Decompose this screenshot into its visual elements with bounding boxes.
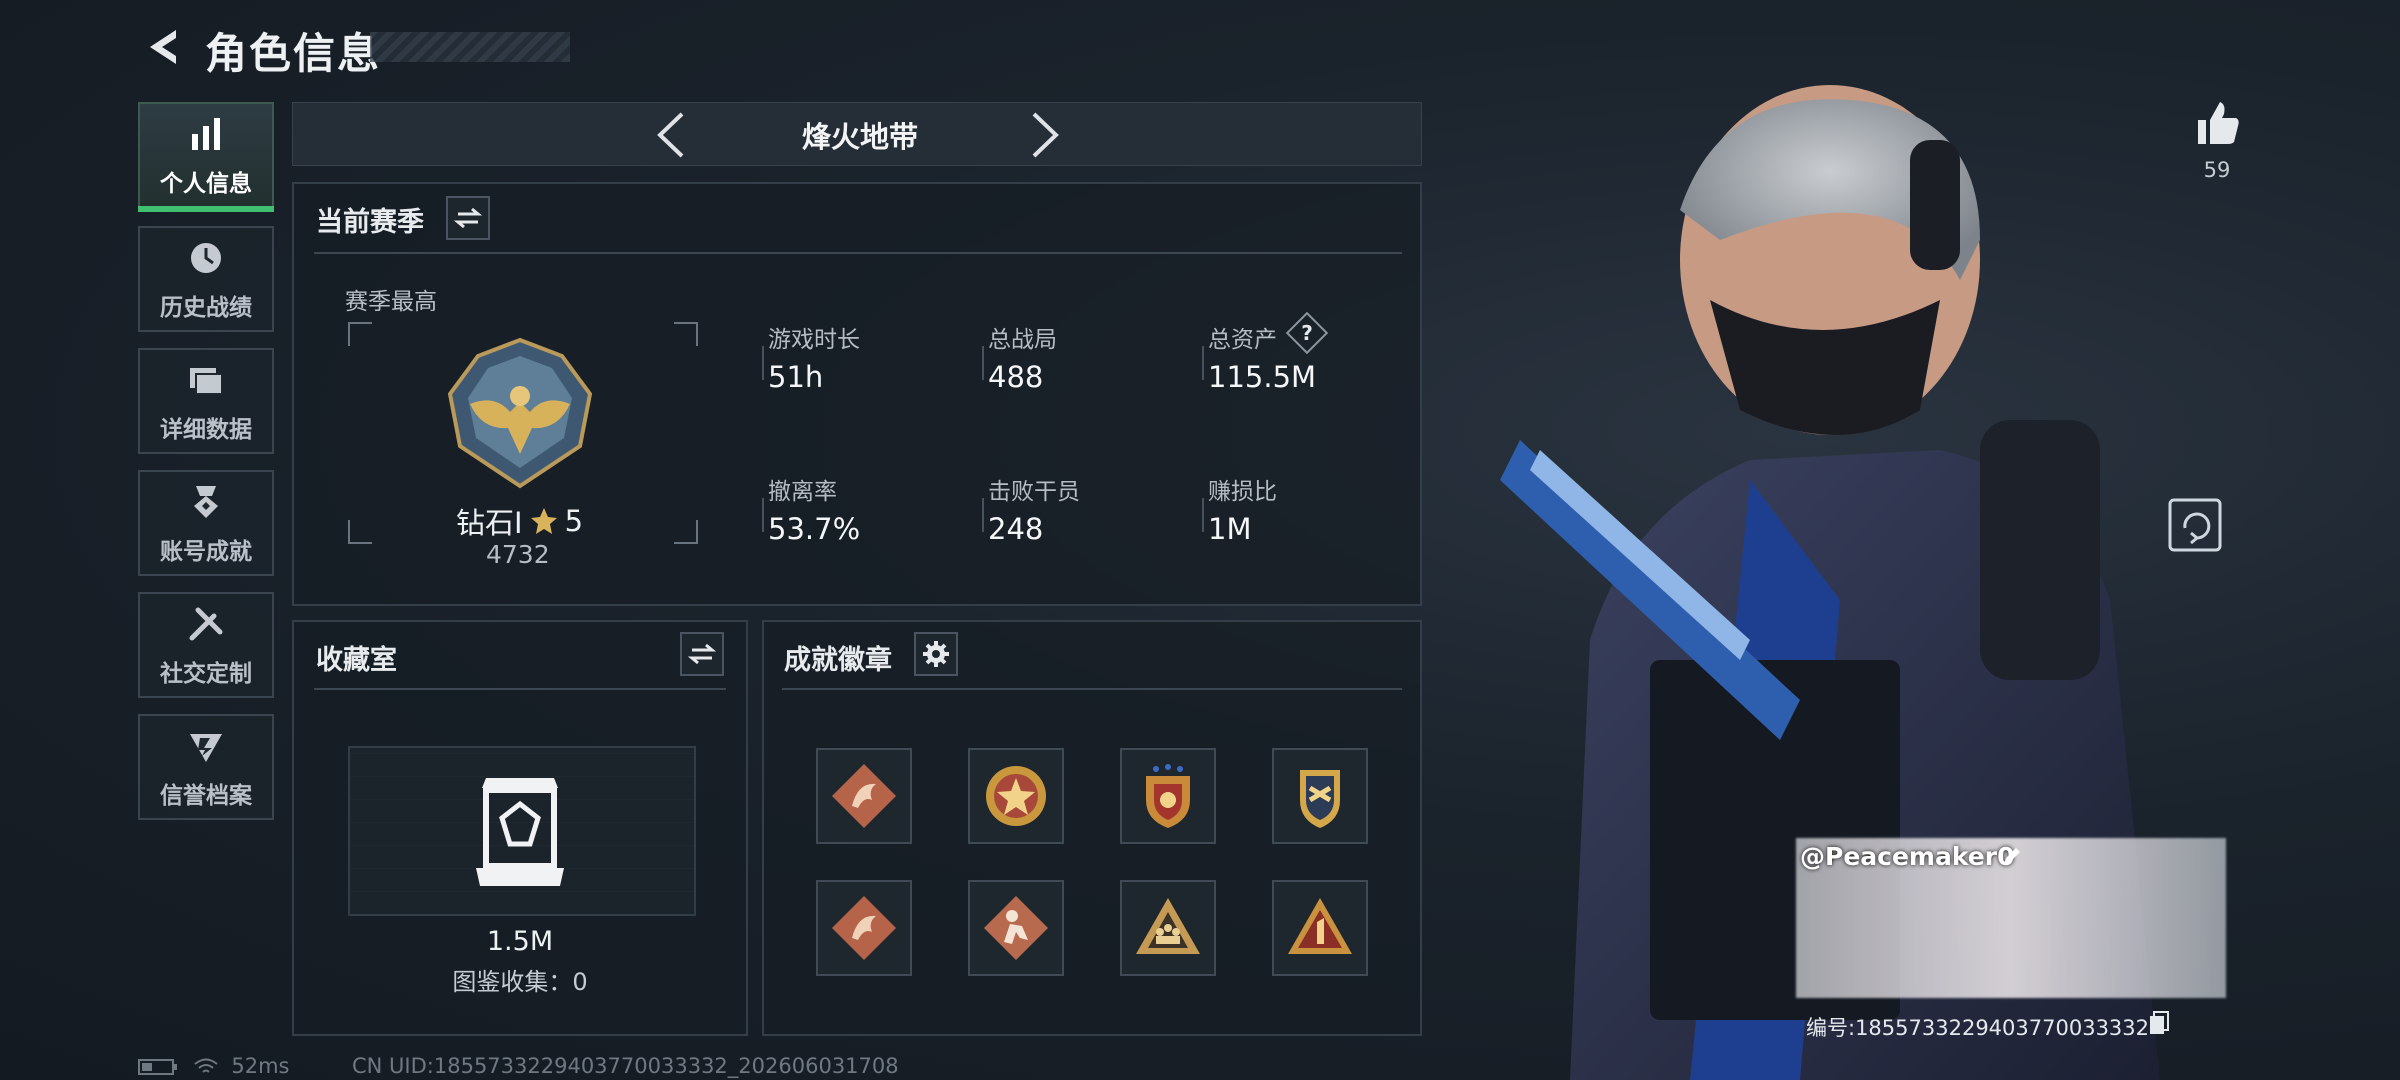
medal-icon <box>194 486 218 518</box>
shield-icon <box>190 734 222 762</box>
stat-label: 击败干员 <box>988 479 1080 505</box>
copy-icon[interactable] <box>2148 1010 2170 1036</box>
badges-settings-button[interactable] <box>914 632 958 676</box>
star-emblem-badge-icon <box>986 766 1046 826</box>
stat-value: 1M <box>1208 512 1252 546</box>
chevron-right-icon[interactable] <box>1024 110 1064 160</box>
wifi-icon <box>194 1058 218 1073</box>
achievement-badge[interactable] <box>816 880 912 976</box>
mode-name: 烽火地带 <box>801 120 918 154</box>
stat-marker <box>982 498 984 532</box>
stat-marker <box>982 346 984 380</box>
stat-label: 游戏时长 <box>768 327 860 353</box>
frame-corner <box>674 520 698 544</box>
sidebar-item-label: 个人信息 <box>160 171 252 197</box>
edit-pencil-icon[interactable] <box>2000 844 2024 868</box>
rank-stars: 5 <box>564 504 584 538</box>
stat-label: 撤离率 <box>768 479 837 505</box>
collection-switch-button[interactable] <box>680 632 724 676</box>
winged-emblem-badge-icon <box>1300 770 1340 828</box>
operator-badge-icon <box>984 896 1048 960</box>
divider <box>314 252 1402 254</box>
sidebar-item-label: 账号成就 <box>160 539 252 565</box>
frame-corner <box>674 322 698 346</box>
sidebar-item-detailed-data[interactable]: 详细数据 <box>138 348 274 454</box>
like-count: 59 <box>2203 158 2231 182</box>
swap-icon <box>688 643 716 665</box>
stat-value: 53.7% <box>768 512 861 546</box>
sidebar-item-label: 历史战绩 <box>160 295 252 321</box>
collection-title: 收藏室 <box>316 645 397 676</box>
thumbs-up-icon[interactable] <box>2192 98 2242 148</box>
star-icon <box>530 508 557 534</box>
rank-name: 钻石Ⅰ <box>456 506 523 540</box>
back-arrow-icon[interactable] <box>138 22 188 72</box>
achievement-badge[interactable] <box>1272 880 1368 976</box>
player-name: @Peacemaker0 <box>1800 842 2015 871</box>
battery-icon <box>138 1059 177 1075</box>
diamond-rank-emblem-icon <box>447 337 593 489</box>
dragon-badge-icon <box>832 764 896 828</box>
sidebar-item-label: 社交定制 <box>160 661 252 687</box>
season-best-label: 赛季最高 <box>345 289 437 315</box>
sidebar-item-achievements[interactable]: 账号成就 <box>138 470 274 576</box>
achievement-badge[interactable] <box>968 880 1064 976</box>
sidebar-item-history[interactable]: 历史战绩 <box>138 226 274 332</box>
badges-title: 成就徽章 <box>784 645 892 676</box>
clock-icon <box>191 243 221 273</box>
dragon-badge-icon <box>832 896 896 960</box>
bar-chart-icon <box>192 118 220 150</box>
shield-stars-badge-icon <box>1146 764 1190 828</box>
folders-icon <box>190 368 223 395</box>
tools-icon <box>189 607 223 641</box>
stat-value: 488 <box>988 360 1044 394</box>
stat-label: 总资产 <box>1208 327 1277 353</box>
sidebar-item-social-custom[interactable]: 社交定制 <box>138 592 274 698</box>
status-bar: 52ms <box>138 1054 290 1078</box>
sidebar-item-reputation[interactable]: 信誉档案 <box>138 714 274 820</box>
stat-value: 51h <box>768 360 824 394</box>
achievement-badge[interactable] <box>1120 748 1216 844</box>
collection-value: 1.5M <box>486 926 554 957</box>
help-icon: ? <box>1301 321 1313 345</box>
stat-marker <box>762 346 764 380</box>
frame-corner <box>348 322 372 346</box>
soldiers-triangle-badge-icon <box>1136 898 1200 954</box>
stat-marker <box>1202 498 1204 532</box>
player-id: 编号:1855733229403770033332 <box>1806 1016 2150 1040</box>
stat-value: 115.5M <box>1208 360 1317 394</box>
season-title: 当前赛季 <box>316 207 424 238</box>
stat-label: 赚损比 <box>1208 479 1277 505</box>
page-title: 角色信息 <box>205 29 382 78</box>
uid-text: CN UID:1855733229403770033332_2026060317… <box>352 1054 899 1078</box>
number-one-badge-icon <box>1288 898 1352 954</box>
collection-caption: 图鉴收集：0 <box>452 968 588 996</box>
swap-icon <box>454 207 482 229</box>
sidebar-item-label: 详细数据 <box>160 417 252 443</box>
rank-score: 4732 <box>486 540 550 569</box>
stat-value: 248 <box>988 512 1044 546</box>
achievement-badge[interactable] <box>816 748 912 844</box>
achievement-badge[interactable] <box>1120 880 1216 976</box>
achievement-badge[interactable] <box>968 748 1064 844</box>
chevron-left-icon[interactable] <box>652 110 692 160</box>
display-case-icon <box>476 778 564 886</box>
frame-corner <box>348 520 372 544</box>
sidebar-item-personal-info[interactable]: 个人信息 <box>138 102 274 212</box>
ping-text: 52ms <box>231 1054 290 1078</box>
achievement-badge[interactable] <box>1272 748 1368 844</box>
stat-marker <box>762 498 764 532</box>
rank-line: 钻石Ⅰ 5 <box>456 500 583 542</box>
gear-icon <box>923 641 949 667</box>
sidebar-item-label: 信誉档案 <box>160 783 252 809</box>
season-switch-button[interactable] <box>446 196 490 240</box>
stat-label: 总战局 <box>988 327 1057 353</box>
stat-marker <box>1202 346 1204 380</box>
rotate-view-button[interactable] <box>2168 498 2222 552</box>
title-decoration <box>370 32 570 62</box>
divider <box>314 688 726 690</box>
divider <box>782 688 1402 690</box>
